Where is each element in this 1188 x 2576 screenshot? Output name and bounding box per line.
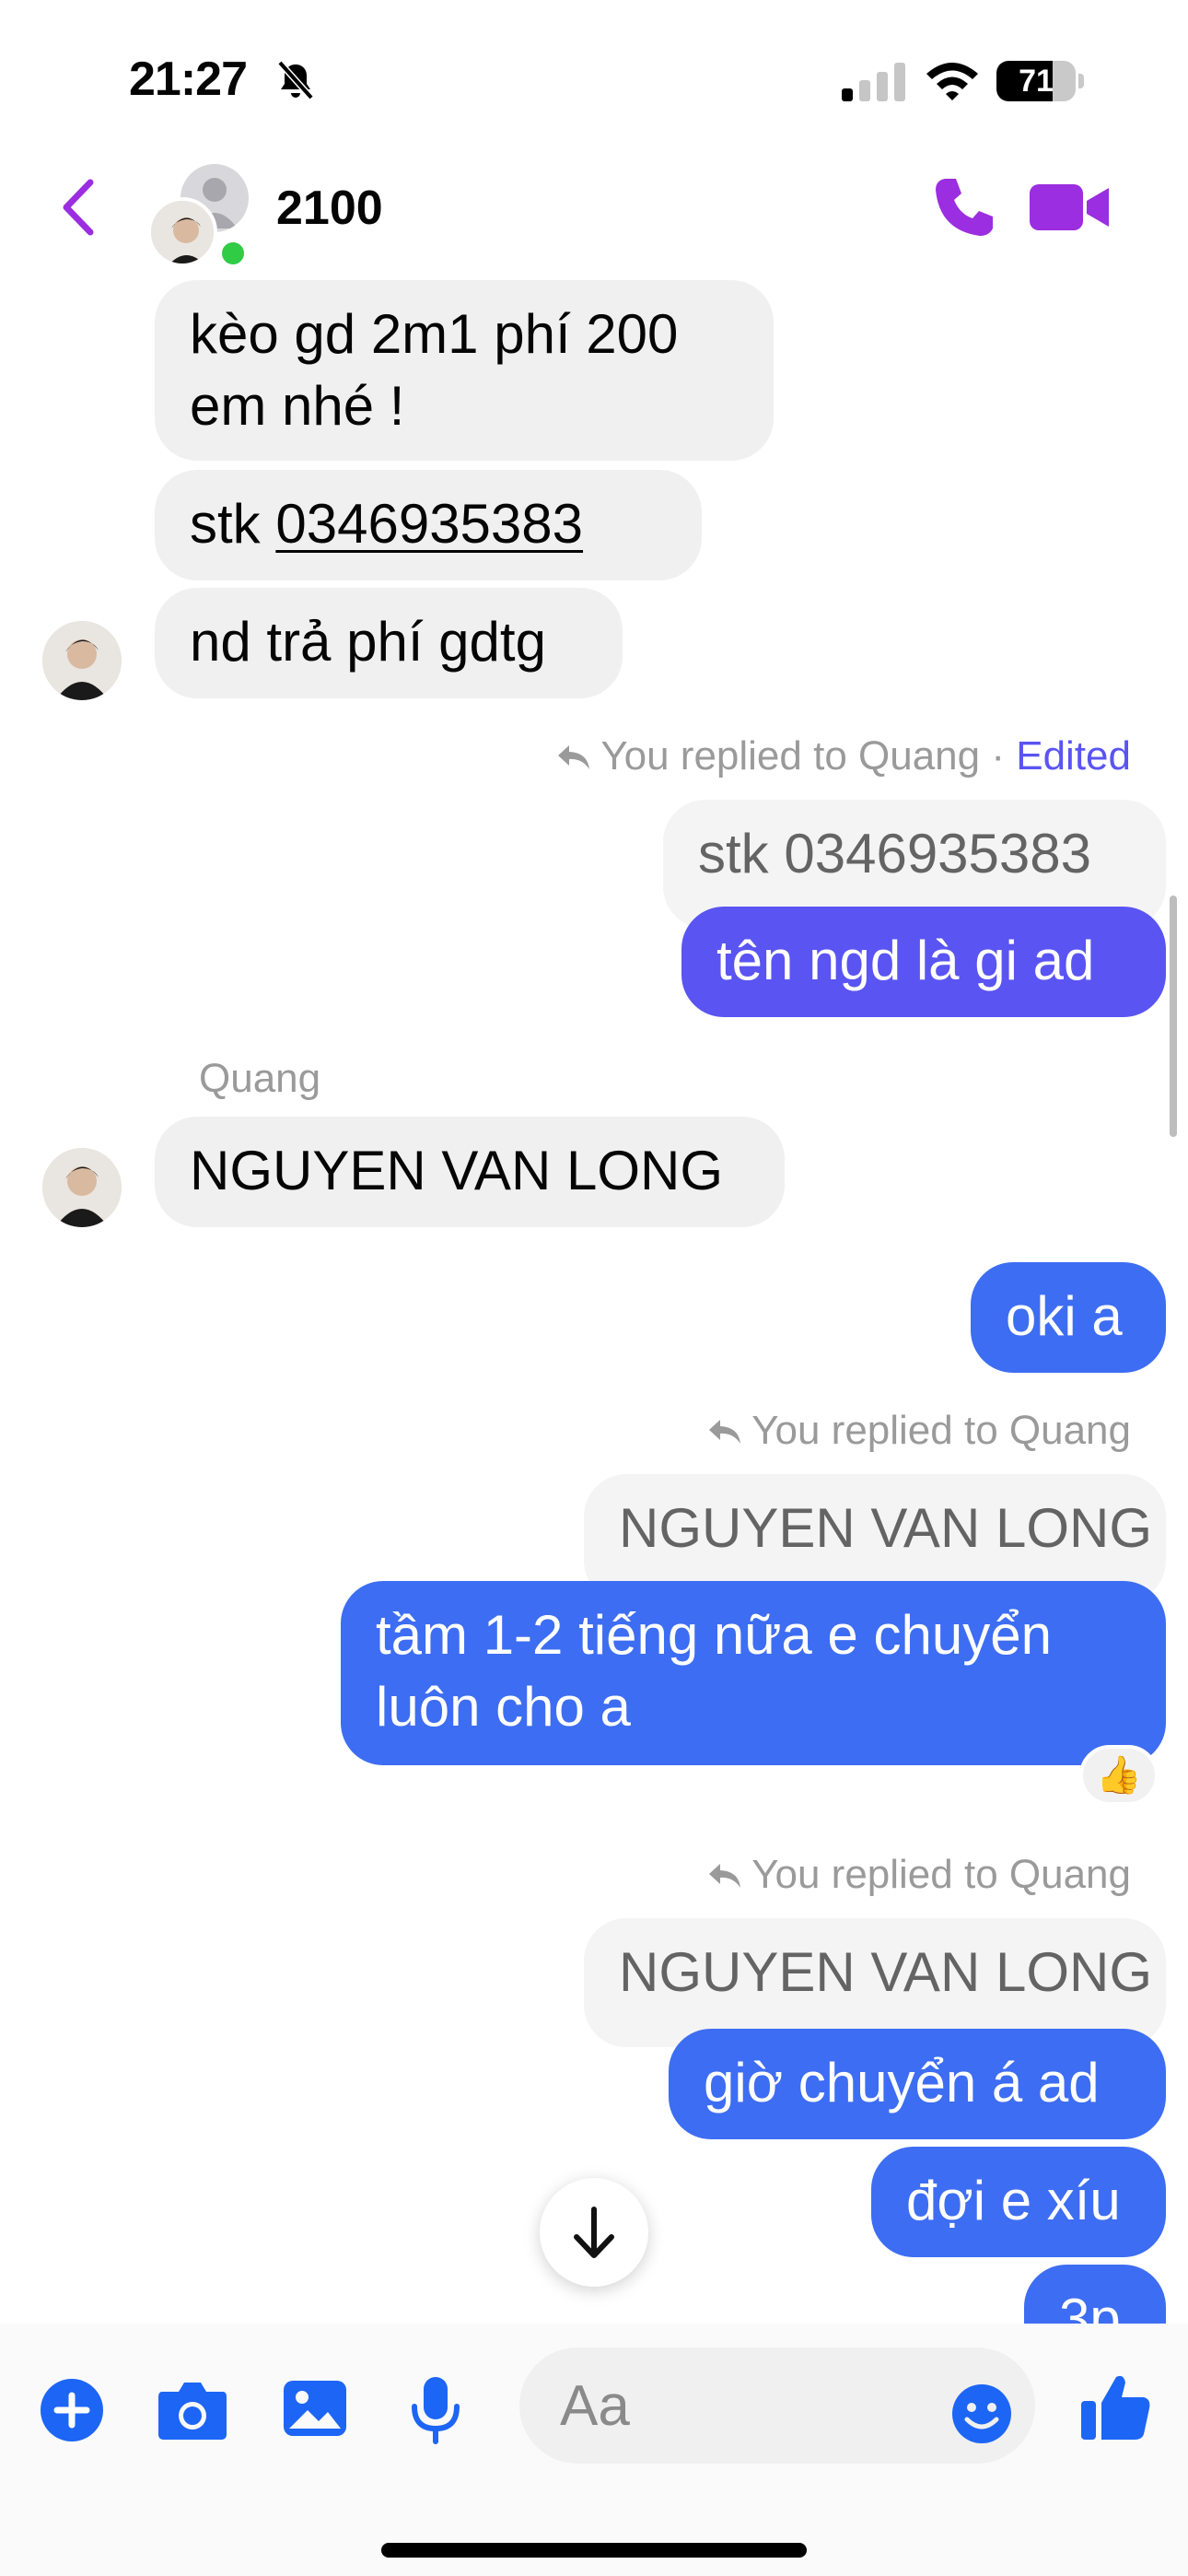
contact-avatar xyxy=(147,197,217,267)
reply-arrow-icon xyxy=(558,745,590,769)
quoted-text: stk 0346935383 xyxy=(698,823,1092,884)
online-status-dot xyxy=(217,238,249,269)
message-input[interactable]: Aa xyxy=(519,2348,1035,2464)
bell-off-icon xyxy=(277,60,314,100)
emoji-icon[interactable] xyxy=(950,2383,1013,2445)
home-indicator xyxy=(381,2543,807,2558)
outgoing-message[interactable]: 3p xyxy=(1024,2265,1166,2324)
arrow-down-icon xyxy=(574,2207,614,2258)
quoted-message[interactable]: NGUYEN VAN LONG xyxy=(584,1918,1166,2047)
message-text: stk xyxy=(190,493,276,555)
quoted-text: NGUYEN VAN LONG xyxy=(619,1941,1152,2003)
separator: · xyxy=(980,733,1017,779)
message-text: NGUYEN VAN LONG xyxy=(190,1140,723,1201)
battery-percent: 71 xyxy=(1019,64,1054,99)
video-call-icon[interactable] xyxy=(1030,181,1109,234)
status-bar: 21:27 71 xyxy=(0,0,1188,147)
edited-label: Edited xyxy=(1016,733,1131,779)
reply-context-text: You replied to Quang xyxy=(600,733,981,779)
reply-context: You replied to Quang · Edited xyxy=(556,733,1131,779)
outgoing-message[interactable]: giờ chuyển á ad xyxy=(669,2029,1166,2139)
incoming-message[interactable]: kèo gd 2m1 phí 200 em nhé ! xyxy=(155,280,774,461)
camera-icon[interactable] xyxy=(157,2377,228,2441)
plus-icon[interactable] xyxy=(41,2379,103,2441)
incoming-message[interactable]: NGUYEN VAN LONG xyxy=(155,1117,785,1227)
message-text: nd trả phí gdtg xyxy=(190,611,546,673)
message-text: luôn cho a xyxy=(376,1676,631,1738)
reply-context-text: You replied to Quang xyxy=(751,1852,1131,1897)
message-text: đợi e xíu xyxy=(906,2170,1121,2231)
message-text: 3p xyxy=(1059,2288,1121,2324)
chat-header: 2100 xyxy=(0,147,1188,276)
phone-call-icon[interactable] xyxy=(932,175,996,240)
contact-name[interactable]: 2100 xyxy=(276,181,383,236)
outgoing-message[interactable]: tầm 1-2 tiếng nữa e chuyển luôn cho a xyxy=(341,1581,1166,1765)
thumbs-up-reaction[interactable]: 👍 xyxy=(1079,1745,1159,1806)
quoted-text: NGUYEN VAN LONG xyxy=(619,1497,1152,1559)
outgoing-message[interactable]: tên ngd là gi ad xyxy=(681,907,1166,1017)
message-thread[interactable]: kèo gd 2m1 phí 200 em nhé ! stk 03469353… xyxy=(0,276,1188,2324)
outgoing-message[interactable]: đợi e xíu xyxy=(871,2147,1166,2257)
microphone-icon[interactable] xyxy=(409,2375,462,2445)
message-input-placeholder: Aa xyxy=(560,2374,630,2438)
reply-context: You replied to Quang xyxy=(707,1852,1131,1898)
gallery-icon[interactable] xyxy=(282,2375,348,2441)
cellular-signal-icon xyxy=(842,63,905,101)
message-text: kèo gd 2m1 phí 200 xyxy=(190,303,679,365)
reply-context: You replied to Quang xyxy=(707,1408,1131,1454)
scroll-to-bottom-button[interactable] xyxy=(540,2178,648,2287)
incoming-message[interactable]: nd trả phí gdtg xyxy=(155,588,623,698)
incoming-message[interactable]: stk 0346935383 xyxy=(155,470,702,580)
message-text: em nhé ! xyxy=(190,375,405,437)
composer-bar: Aa xyxy=(0,2324,1188,2576)
battery-icon: 71 xyxy=(996,61,1085,101)
wifi-icon xyxy=(926,63,978,100)
reply-arrow-icon xyxy=(709,1864,741,1888)
message-text: tên ngd là gi ad xyxy=(716,930,1095,991)
back-chevron-icon[interactable] xyxy=(53,175,105,240)
thumbs-up-icon[interactable] xyxy=(1079,2370,1153,2443)
sender-avatar[interactable] xyxy=(42,621,122,700)
sender-name: Quang xyxy=(199,1056,321,1101)
outgoing-message[interactable]: oki a xyxy=(971,1262,1166,1373)
message-text: giờ chuyển á ad xyxy=(704,2052,1100,2113)
reply-arrow-icon xyxy=(709,1420,741,1444)
reply-context-text: You replied to Quang xyxy=(751,1408,1131,1453)
message-text: oki a xyxy=(1006,1285,1123,1347)
scrollbar[interactable] xyxy=(1170,896,1177,1137)
message-text: tầm 1-2 tiếng nữa e chuyển xyxy=(376,1604,1052,1666)
group-avatar[interactable] xyxy=(146,157,256,269)
phone-number-link[interactable]: 0346935383 xyxy=(275,493,583,555)
sender-avatar[interactable] xyxy=(42,1148,122,1227)
status-time: 21:27 xyxy=(129,53,248,106)
